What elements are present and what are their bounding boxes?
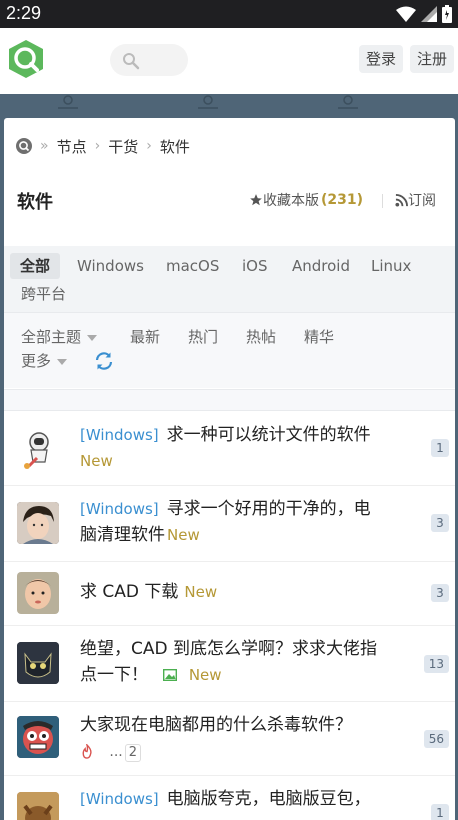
topic-title[interactable]: [Windows] 求一种可以统计文件的软件 New bbox=[80, 422, 380, 474]
fire-icon bbox=[82, 742, 92, 759]
child-avatar-icon bbox=[17, 572, 59, 614]
topic-title[interactable]: [Windows] 电脑版夸克，电脑版豆包， bbox=[80, 786, 380, 812]
favorite-count: (231) bbox=[321, 192, 364, 208]
status-bar: 2:29 bbox=[0, 0, 458, 28]
star-icon bbox=[250, 194, 262, 206]
reply-count[interactable]: 56 bbox=[423, 730, 449, 748]
reply-count[interactable]: 3 bbox=[431, 584, 449, 602]
register-button[interactable]: 注册 bbox=[410, 45, 455, 73]
topic-title-text: 求 CAD 下载 bbox=[80, 582, 179, 602]
cartoon-avatar-icon bbox=[17, 716, 59, 758]
reply-count[interactable]: 1 bbox=[431, 804, 449, 820]
filter-latest[interactable]: 最新 bbox=[130, 326, 160, 347]
filter-all-topics-dropdown[interactable]: 全部主题 bbox=[21, 326, 98, 347]
avatar[interactable] bbox=[17, 428, 59, 470]
breadcrumb-item-software[interactable]: 软件 bbox=[160, 136, 190, 157]
new-badge: New bbox=[167, 526, 200, 544]
topic-row[interactable]: 绝望，CAD 到底怎么学啊？求求大佬指点一下！ New 13 bbox=[4, 626, 455, 702]
avatar[interactable] bbox=[17, 716, 59, 758]
pattern-decoration bbox=[58, 95, 358, 109]
topic-tag[interactable]: [Windows] bbox=[80, 426, 159, 444]
favorite-button[interactable]: 收藏本版 (231) bbox=[249, 190, 363, 210]
reply-count[interactable]: 1 bbox=[431, 439, 449, 457]
divider bbox=[382, 194, 383, 208]
status-icons bbox=[396, 5, 452, 23]
topic-title-text: 求一种可以统计文件的软件 bbox=[166, 425, 371, 445]
subscribe-label: 订阅 bbox=[408, 193, 436, 209]
filter-more-dropdown[interactable]: 更多 bbox=[21, 350, 68, 371]
breadcrumb-separator: » bbox=[40, 138, 49, 154]
new-badge: New bbox=[188, 666, 222, 684]
header-pattern-band bbox=[0, 94, 458, 120]
topic-tag[interactable]: [Windows] bbox=[80, 500, 159, 518]
app-header: 登录 注册 bbox=[0, 28, 458, 94]
tab-linux[interactable]: Linux bbox=[371, 253, 411, 279]
topic-title[interactable]: 大家现在电脑都用的什么杀毒软件？ ... 2 bbox=[80, 712, 380, 765]
breadcrumb-separator: › bbox=[94, 138, 101, 154]
topic-filters: 全部主题 最新 热门 热帖 精华 更多 bbox=[4, 312, 455, 388]
topic-row[interactable]: 大家现在电脑都用的什么杀毒软件？ ... 2 56 bbox=[4, 702, 455, 776]
wifi-icon bbox=[396, 6, 416, 22]
filter-hot[interactable]: 热门 bbox=[188, 326, 218, 347]
rss-icon bbox=[395, 193, 408, 207]
animal-avatar-icon bbox=[17, 792, 59, 820]
tab-cross-platform[interactable]: 跨平台 bbox=[21, 281, 66, 307]
breadcrumb: » 节点 › 干货 › 软件 bbox=[16, 136, 190, 156]
chevron-down-icon bbox=[57, 358, 68, 365]
filter-all-topics-label: 全部主题 bbox=[21, 328, 82, 346]
filter-hot-posts[interactable]: 热帖 bbox=[246, 326, 276, 347]
platform-tabs: 全部 Windows macOS iOS Android Linux 跨平台 bbox=[4, 246, 455, 312]
refresh-icon[interactable] bbox=[94, 351, 114, 371]
list-divider bbox=[4, 389, 455, 411]
topic-title[interactable]: 绝望，CAD 到底怎么学啊？求求大佬指点一下！ New bbox=[80, 636, 380, 688]
topic-title-text: 大家现在电脑都用的什么杀毒软件？ bbox=[80, 715, 352, 735]
topic-row[interactable]: [Windows] 电脑版夸克，电脑版豆包， 1 bbox=[4, 776, 455, 820]
reply-count[interactable]: 3 bbox=[431, 514, 449, 532]
node-card: » 节点 › 干货 › 软件 软件 收藏本版 (231) 订阅 全部 Windo… bbox=[4, 118, 455, 820]
tab-android[interactable]: Android bbox=[292, 253, 350, 279]
reply-count[interactable]: 13 bbox=[423, 655, 449, 673]
new-badge: New bbox=[184, 583, 218, 601]
tab-all[interactable]: 全部 bbox=[10, 253, 61, 279]
subscribe-button[interactable]: 订阅 bbox=[395, 190, 436, 210]
breadcrumb-item-goods[interactable]: 干货 bbox=[108, 136, 138, 157]
avatar[interactable] bbox=[17, 792, 59, 820]
avatar[interactable] bbox=[17, 642, 59, 684]
avatar[interactable] bbox=[17, 502, 59, 544]
login-button[interactable]: 登录 bbox=[359, 45, 404, 73]
new-badge: New bbox=[80, 452, 113, 470]
astronaut-avatar-icon bbox=[24, 432, 49, 469]
topic-tag[interactable]: [Windows] bbox=[80, 790, 159, 808]
topic-title-text: 绝望，CAD 到底怎么学啊？求求大佬指点一下！ bbox=[80, 639, 377, 685]
battery-icon bbox=[442, 5, 452, 23]
signal-icon bbox=[421, 6, 437, 22]
favorite-label: 收藏本版 bbox=[263, 193, 319, 209]
filter-more-label: 更多 bbox=[21, 352, 52, 370]
topic-title[interactable]: 求 CAD 下载 New bbox=[80, 579, 380, 605]
breadcrumb-separator: › bbox=[146, 138, 152, 154]
topic-row[interactable]: [Windows] 求一种可以统计文件的软件 New 1 bbox=[4, 412, 455, 486]
page-link[interactable]: 2 bbox=[124, 744, 142, 762]
search-icon bbox=[123, 53, 140, 70]
tab-ios[interactable]: iOS bbox=[242, 253, 268, 279]
topic-title-text: 电脑版夸克，电脑版豆包， bbox=[166, 789, 371, 809]
topic-row[interactable]: [Windows] 寻求一个好用的干净的，电脑清理软件 New 3 bbox=[4, 486, 455, 562]
tab-windows[interactable]: Windows bbox=[77, 253, 144, 279]
topic-row[interactable]: 求 CAD 下载 New 3 bbox=[4, 562, 455, 626]
cat-avatar-icon bbox=[17, 642, 59, 684]
node-title: 软件 bbox=[17, 192, 53, 213]
site-logo-icon[interactable] bbox=[6, 39, 46, 79]
status-time: 2:29 bbox=[6, 3, 42, 23]
home-logo-icon[interactable] bbox=[16, 138, 32, 154]
avatar[interactable] bbox=[17, 572, 59, 614]
breadcrumb-item-nodes[interactable]: 节点 bbox=[57, 136, 87, 157]
tab-macos[interactable]: macOS bbox=[166, 253, 219, 279]
pagination-ellipsis: ... bbox=[109, 744, 123, 760]
search-input[interactable] bbox=[110, 44, 188, 76]
topic-title[interactable]: [Windows] 寻求一个好用的干净的，电脑清理软件 New bbox=[80, 496, 380, 548]
chevron-down-icon bbox=[87, 334, 98, 341]
filter-digest[interactable]: 精华 bbox=[304, 326, 334, 347]
image-icon bbox=[163, 668, 178, 682]
boy-avatar-icon bbox=[17, 502, 59, 544]
